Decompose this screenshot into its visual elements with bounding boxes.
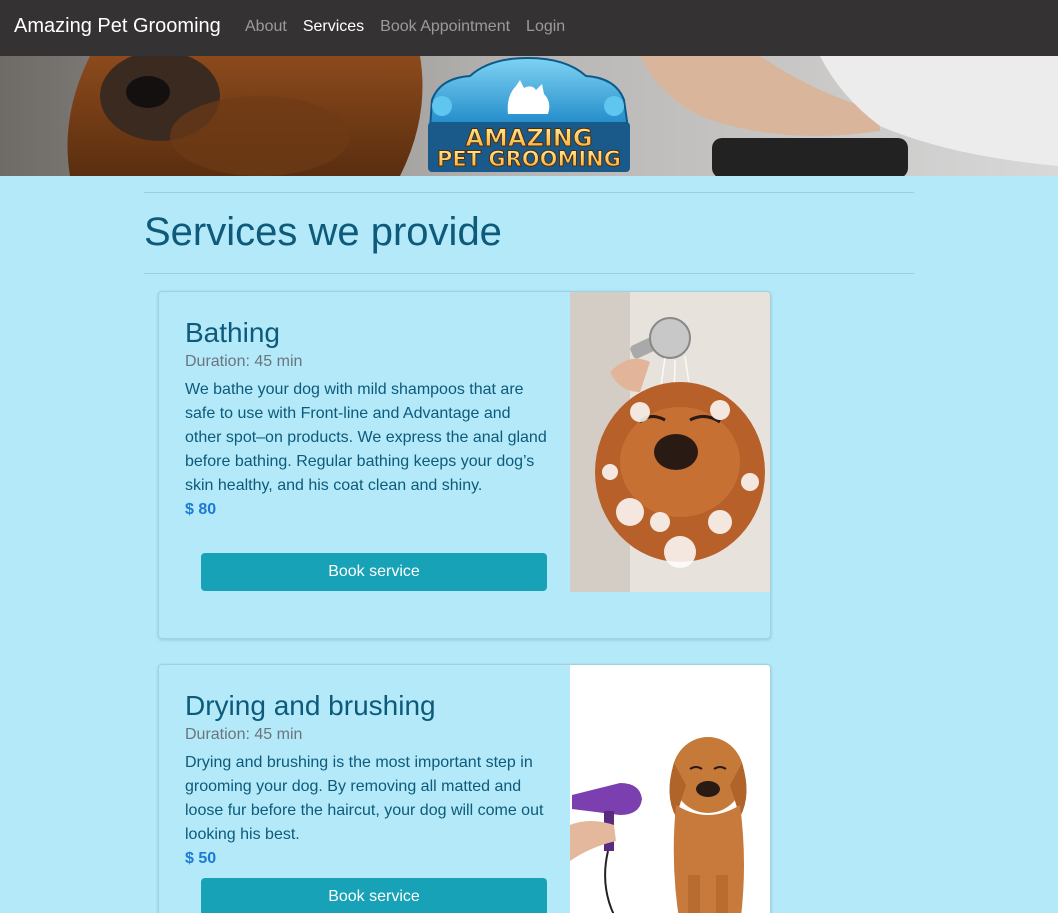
nav-login[interactable]: Login [526,18,565,36]
service-card-bathing: Bathing Duration: 45 min We bathe your d… [158,291,771,639]
service-card-body: Bathing Duration: 45 min We bathe your d… [185,316,547,616]
page-title: Services we provide [144,210,502,254]
book-service-button[interactable]: Book service [201,553,547,591]
service-card-body: Drying and brushing Duration: 45 min Dry… [185,689,547,913]
service-card-drying: Drying and brushing Duration: 45 min Dry… [158,664,771,913]
service-title: Drying and brushing [185,690,436,721]
hero-banner: AMAZING PET GROOMING [0,56,1058,176]
service-description: We bathe your dog with mild shampoos tha… [185,381,547,494]
nav-about[interactable]: About [245,18,287,36]
divider-top [144,192,914,193]
service-price: $ 50 [185,850,217,867]
divider-bottom [144,273,914,274]
brand-link[interactable]: Amazing Pet Grooming [14,15,221,38]
service-title: Bathing [185,317,280,348]
drying-dog-image [570,665,770,913]
svg-text:PET GROOMING: PET GROOMING [437,147,621,171]
nav-links: About Services Book Appointment Login [245,18,581,36]
service-duration: Duration: 45 min [185,726,303,743]
top-navbar: Amazing Pet Grooming About Services Book… [0,0,1058,56]
hero-image: AMAZING PET GROOMING [0,56,1058,176]
nav-services[interactable]: Services [303,18,364,36]
service-description: Drying and brushing is the most importan… [185,754,544,843]
service-duration: Duration: 45 min [185,353,303,370]
book-service-button[interactable]: Book service [201,878,547,913]
service-price: $ 80 [185,501,217,518]
nav-book-appointment[interactable]: Book Appointment [380,18,510,36]
bathing-dog-image [570,292,770,592]
